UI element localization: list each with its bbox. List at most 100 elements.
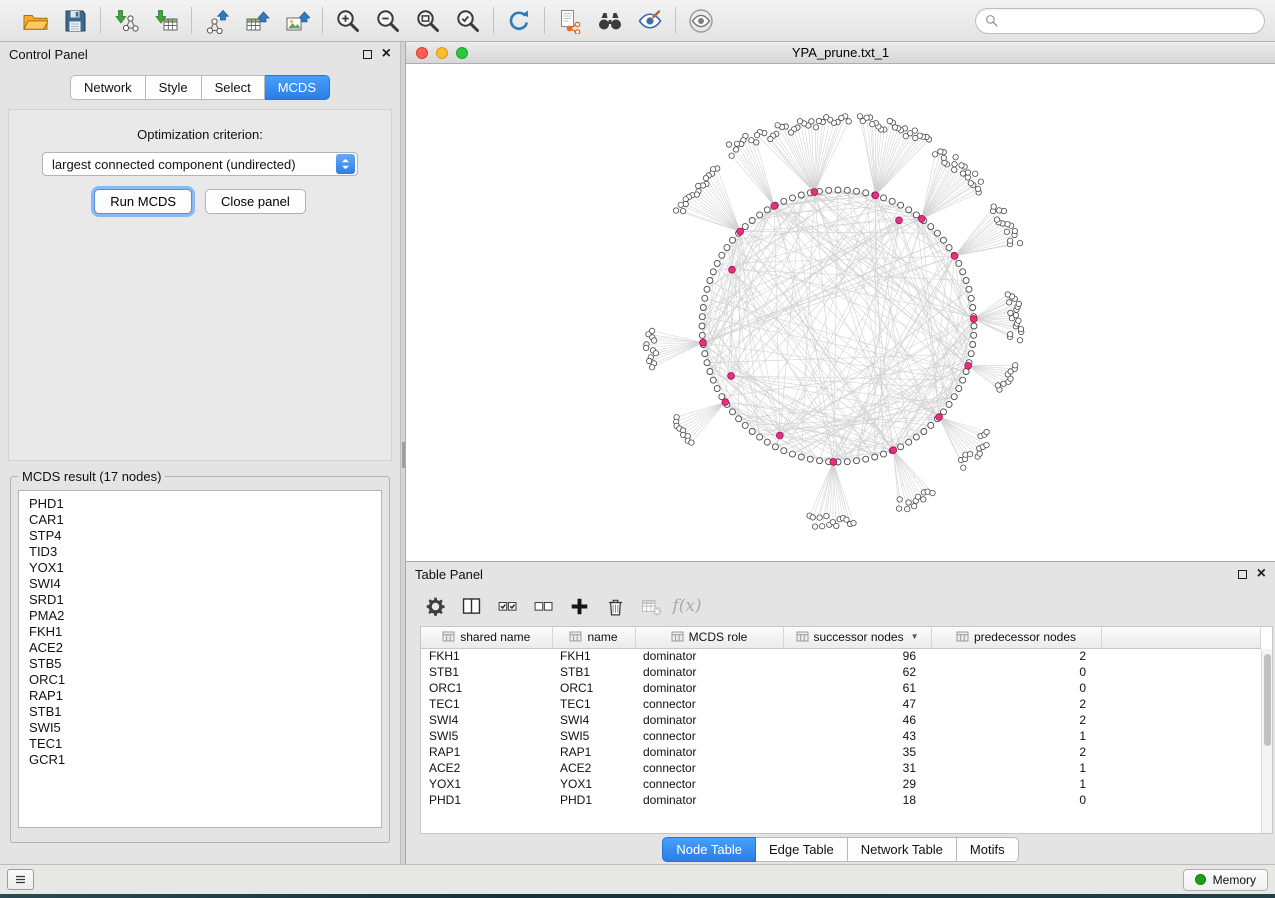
import-network-button[interactable]	[110, 5, 142, 37]
maximize-window-icon[interactable]	[456, 47, 468, 59]
splitter-grip[interactable]	[402, 442, 405, 468]
add-icon	[568, 595, 591, 618]
mcds-node-item[interactable]: STB5	[19, 656, 381, 672]
mcds-result-list[interactable]: PHD1CAR1STP4TID3YOX1SWI4SRD1PMA2FKH1ACE2…	[18, 490, 382, 828]
optimization-criterion-label: Optimization criterion:	[9, 127, 391, 142]
table-toolbar: f(x)	[406, 586, 1275, 626]
table-tab-node-table[interactable]: Node Table	[662, 837, 756, 862]
close-panel-icon[interactable]: ×	[1257, 568, 1266, 580]
mcds-node-item[interactable]: FKH1	[19, 624, 381, 640]
mcds-node-item[interactable]: ACE2	[19, 640, 381, 656]
close-window-icon[interactable]	[416, 47, 428, 59]
table-row[interactable]: ORC1ORC1dominator610	[421, 680, 1261, 696]
mcds-node-item[interactable]: TEC1	[19, 736, 381, 752]
import-table-button[interactable]	[150, 5, 182, 37]
minimize-window-icon[interactable]	[436, 47, 448, 59]
zoom-selected-icon	[455, 8, 481, 34]
mcds-node-item[interactable]: GCR1	[19, 752, 381, 768]
close-panel-button[interactable]: Close panel	[205, 189, 306, 214]
mcds-node-item[interactable]: STP4	[19, 528, 381, 544]
mcds-result-group: MCDS result (17 nodes) PHD1CAR1STP4TID3Y…	[10, 469, 390, 843]
table-row[interactable]: YOX1YOX1connector291	[421, 776, 1261, 792]
add-button[interactable]	[564, 591, 594, 621]
network-graph[interactable]	[406, 64, 1275, 561]
select-all-button[interactable]	[492, 591, 522, 621]
trash-button[interactable]	[600, 591, 630, 621]
zoom-in-button[interactable]	[332, 5, 364, 37]
show-graphics-button[interactable]	[685, 5, 717, 37]
mcds-node-item[interactable]: ORC1	[19, 672, 381, 688]
table-tab-network-table[interactable]: Network Table	[848, 837, 957, 862]
network-canvas[interactable]	[406, 64, 1275, 561]
run-mcds-button[interactable]: Run MCDS	[94, 189, 192, 214]
table-tab-motifs[interactable]: Motifs	[957, 837, 1019, 862]
table-row[interactable]: SWI4SWI4dominator462	[421, 712, 1261, 728]
mcds-node-item[interactable]: TID3	[19, 544, 381, 560]
function-builder-button[interactable]: f(x)	[672, 591, 702, 621]
memory-button[interactable]: Memory	[1183, 869, 1268, 891]
hide-graphics-button[interactable]	[634, 5, 666, 37]
zoom-fit-button[interactable]	[412, 5, 444, 37]
float-panel-icon[interactable]	[1238, 570, 1247, 579]
mcds-node-item[interactable]: STB1	[19, 704, 381, 720]
mcds-node-item[interactable]: PHD1	[19, 496, 381, 512]
table-row[interactable]: STB1STB1dominator620	[421, 664, 1261, 680]
tab-style[interactable]: Style	[146, 75, 202, 100]
node-table: shared namenameMCDS rolesuccessor nodes▼…	[421, 627, 1261, 808]
import-table-icon	[153, 8, 179, 34]
save-session-button[interactable]	[59, 5, 91, 37]
panel-menu-button[interactable]	[7, 869, 34, 890]
column-header-name[interactable]: name	[552, 627, 635, 648]
export-table-button[interactable]	[241, 5, 273, 37]
export-image-button[interactable]	[281, 5, 313, 37]
mcds-node-item[interactable]: YOX1	[19, 560, 381, 576]
table-row[interactable]: RAP1RAP1dominator352	[421, 744, 1261, 760]
table-tab-edge-table[interactable]: Edge Table	[756, 837, 848, 862]
open-file-button[interactable]	[19, 5, 51, 37]
scrollbar-thumb[interactable]	[1264, 654, 1271, 746]
tab-select[interactable]: Select	[202, 75, 265, 100]
column-header-successor-nodes[interactable]: successor nodes▼	[783, 627, 931, 648]
delete-table-button[interactable]	[636, 591, 666, 621]
table-row[interactable]: ACE2ACE2connector311	[421, 760, 1261, 776]
optimization-criterion-select[interactable]: largest connected component (undirected)	[42, 152, 358, 176]
refresh-button[interactable]	[503, 5, 535, 37]
search-box[interactable]	[975, 8, 1265, 34]
gear-icon	[424, 595, 447, 618]
mcds-node-item[interactable]: CAR1	[19, 512, 381, 528]
open-file-icon	[22, 8, 48, 34]
mcds-node-item[interactable]: RAP1	[19, 688, 381, 704]
mcds-node-item[interactable]: SWI5	[19, 720, 381, 736]
zoom-selected-button[interactable]	[452, 5, 484, 37]
mcds-node-item[interactable]: PMA2	[19, 608, 381, 624]
search-network-button[interactable]	[594, 5, 626, 37]
deselect-all-button[interactable]	[528, 591, 558, 621]
table-row[interactable]: SWI5SWI5connector431	[421, 728, 1261, 744]
table-row[interactable]: TEC1TEC1connector472	[421, 696, 1261, 712]
search-input[interactable]	[1005, 13, 1255, 28]
column-header-predecessor-nodes[interactable]: predecessor nodes	[931, 627, 1101, 648]
table-row[interactable]: PHD1PHD1dominator180	[421, 792, 1261, 808]
share-document-button[interactable]	[554, 5, 586, 37]
save-session-icon	[62, 8, 88, 34]
gear-button[interactable]	[420, 591, 450, 621]
table-row[interactable]: FKH1FKH1dominator962	[421, 648, 1261, 664]
tab-mcds[interactable]: MCDS	[265, 75, 330, 100]
mcds-node-item[interactable]: SWI4	[19, 576, 381, 592]
zoom-out-button[interactable]	[372, 5, 404, 37]
desktop-background	[0, 894, 1275, 898]
table-panel-title: Table Panel	[415, 567, 483, 582]
export-network-button[interactable]	[201, 5, 233, 37]
share-document-icon	[557, 8, 583, 34]
close-panel-icon[interactable]: ×	[382, 48, 391, 60]
column-header-shared-name[interactable]: shared name	[421, 627, 552, 648]
table-scrollbar[interactable]	[1261, 649, 1272, 833]
panel-window-buttons: ×	[363, 48, 391, 60]
trash-icon	[604, 595, 627, 618]
float-panel-icon[interactable]	[363, 50, 372, 59]
tab-network[interactable]: Network	[70, 75, 146, 100]
columns-button[interactable]	[456, 591, 486, 621]
toolbar-group	[323, 5, 493, 37]
mcds-node-item[interactable]: SRD1	[19, 592, 381, 608]
column-header-MCDS-role[interactable]: MCDS role	[635, 627, 783, 648]
